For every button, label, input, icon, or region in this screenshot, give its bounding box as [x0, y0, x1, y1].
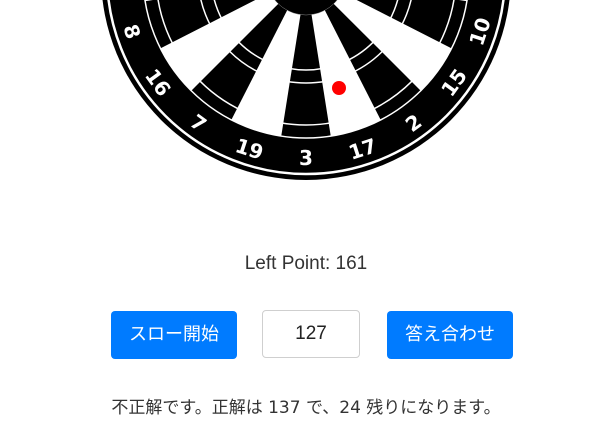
dart-hit-marker	[332, 81, 346, 95]
board-segment	[282, 81, 330, 126]
dartboard: 2011841361015217319716811149125	[0, 0, 612, 190]
check-answer-button[interactable]: 答え合わせ	[387, 311, 513, 359]
left-point-label: Left Point: 161	[244, 253, 368, 274]
dartboard-graphic: 2011841361015217319716811149125	[102, 0, 510, 180]
throw-start-button[interactable]: スロー開始	[111, 311, 237, 359]
board-number-3: 3	[299, 146, 313, 170]
result-message: 不正解です。正解は 137 で、24 残りになります。	[111, 398, 501, 418]
answer-input[interactable]	[262, 310, 360, 358]
board-segment	[288, 68, 324, 84]
